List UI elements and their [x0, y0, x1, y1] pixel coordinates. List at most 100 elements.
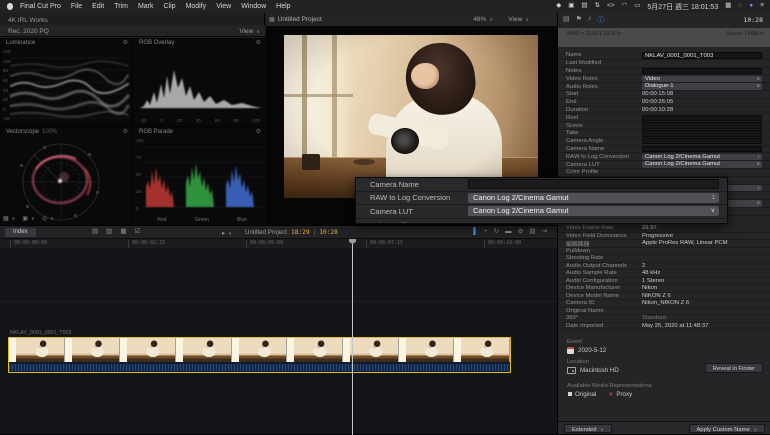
inspector-row[interactable]: Color Profile: [558, 169, 770, 177]
inspector-row[interactable]: RAW to Log Conversion Canon Log 2/Cinema…: [558, 153, 770, 161]
row-value[interactable]: 00:00:10:28: [642, 107, 762, 113]
row-value[interactable]: [642, 68, 762, 74]
row-value[interactable]: 00:00:26:05: [642, 99, 762, 105]
extended-view-button[interactable]: Extended: [564, 424, 612, 433]
apply-custom-name-button[interactable]: Apply Custom Name: [689, 424, 765, 433]
row-value[interactable]: [468, 179, 719, 189]
inset-panel-row[interactable]: Camera LUT Canon Log 2/Cinema Gamut: [356, 205, 727, 219]
clip-appearance-icon[interactable]: ▦: [3, 215, 15, 222]
event-row[interactable]: 2020-5-12: [567, 347, 606, 354]
roles-check-icon[interactable]: ☑: [134, 229, 140, 236]
menu-item[interactable]: Edit: [92, 3, 104, 10]
reveal-in-finder-button[interactable]: Reveal in Finder: [705, 363, 763, 373]
battery-icon[interactable]: ▭: [634, 3, 640, 10]
inspector-row[interactable]: Start 00:00:15:08: [558, 91, 770, 99]
inspector-row[interactable]: Name NKLAV_0001_0001_T003: [558, 52, 770, 60]
row-value[interactable]: Dialogue-1: [642, 83, 762, 89]
row-value[interactable]: [642, 122, 762, 128]
row-value[interactable]: 00:00:15:08: [642, 91, 762, 97]
inspector-row[interactable]: Camera Angle: [558, 138, 770, 146]
loop-icon[interactable]: ↻: [494, 229, 499, 236]
code-icon[interactable]: <>: [607, 3, 615, 10]
audio-icon[interactable]: ♪: [588, 15, 592, 25]
row-value[interactable]: [642, 130, 762, 136]
row-value: 29.97: [642, 225, 762, 231]
inspector-row[interactable]: Camera LUT Canon Log 2/Cinema Gamut: [558, 161, 770, 169]
insert-icon[interactable]: +: [484, 229, 488, 236]
scope-settings-icon[interactable]: ⚙: [256, 128, 261, 135]
row-value[interactable]: [642, 169, 762, 175]
media-representations-header: Available Media Representations: [567, 383, 652, 389]
duration-icon[interactable]: ▣: [22, 215, 34, 222]
row-value[interactable]: [642, 138, 762, 144]
menu-item[interactable]: Help: [276, 3, 290, 10]
inspector-row[interactable]: Video Roles Video: [558, 75, 770, 83]
control-center-icon[interactable]: ≡: [760, 3, 764, 10]
overwrite-icon[interactable]: ▬: [505, 229, 512, 236]
menu-item[interactable]: View: [216, 3, 231, 10]
marker-icon[interactable]: ▤: [92, 229, 98, 236]
row-value[interactable]: Canon Log 2/Cinema Gamut: [468, 206, 719, 216]
viewer-view-button[interactable]: View: [508, 16, 529, 23]
row-value[interactable]: NKLAV_0001_0001_T003: [642, 52, 762, 58]
clip-appearance-icon[interactable]: ▤: [529, 229, 535, 236]
scope-settings-icon[interactable]: ⚙: [123, 39, 128, 46]
inspector-row[interactable]: Camera Name: [558, 146, 770, 154]
row-value[interactable]: Canon Log 2/Cinema Gamut: [642, 154, 762, 160]
stage-icon[interactable]: ▦: [725, 3, 731, 10]
media-icon[interactable]: ▤: [563, 15, 570, 25]
browser-view-button[interactable]: View: [239, 28, 260, 35]
inset-panel-row[interactable]: RAW to Log Conversion Canon Log 2/Cinema…: [356, 192, 727, 206]
wifi-icon[interactable]: ◠: [622, 3, 628, 10]
inspector-row[interactable]: Last Modified: [558, 60, 770, 68]
row-value[interactable]: Canon Log 2/Cinema Gamut: [468, 193, 719, 203]
scope-settings-icon[interactable]: ⚙: [123, 128, 128, 135]
inset-panel-row[interactable]: Camera Name: [356, 178, 727, 192]
timeline-project-name: Untitled Project: [245, 229, 287, 236]
connect-clip-icon[interactable]: ▌: [473, 229, 478, 236]
row-value[interactable]: [642, 115, 762, 121]
menu-item[interactable]: Trim: [114, 3, 128, 10]
range-icon[interactable]: ▦: [120, 229, 126, 236]
menu-item[interactable]: Final Cut Pro: [20, 3, 61, 10]
row-value[interactable]: Video: [642, 76, 762, 82]
tool-select-icon[interactable]: ▸: [222, 229, 232, 237]
row-value[interactable]: [468, 220, 719, 224]
timeline-ruler[interactable]: 00:00:00:0000:00:02:1500:00:05:0000:00:0…: [0, 239, 557, 249]
tags-icon[interactable]: ⚑: [576, 15, 582, 25]
index-button[interactable]: Index: [5, 228, 36, 237]
location-row: Macintosh HD: [567, 367, 619, 374]
row-value[interactable]: [642, 60, 762, 66]
inspector-row[interactable]: Scene: [558, 122, 770, 130]
timeline-settings-icon[interactable]: ⚙: [518, 229, 524, 236]
display-icon[interactable]: ▣: [568, 3, 574, 10]
skimming-icon[interactable]: ⇥: [542, 229, 547, 236]
info-icon[interactable]: ⓘ: [597, 15, 604, 25]
search-icon[interactable]: ◎: [42, 215, 54, 222]
playhead[interactable]: [352, 239, 353, 435]
keyword-icon[interactable]: ▥: [106, 229, 112, 236]
timeline-clip[interactable]: [8, 337, 511, 373]
siri-icon[interactable]: ●: [749, 3, 753, 10]
inspector-row[interactable]: End 00:00:26:05: [558, 99, 770, 107]
menu-item[interactable]: Clip: [164, 3, 176, 10]
menu-item[interactable]: Window: [241, 3, 266, 10]
inspector-row[interactable]: Audio Roles Dialogue-1: [558, 83, 770, 91]
menu-item[interactable]: Mark: [138, 3, 154, 10]
scope-settings-icon[interactable]: ⚙: [256, 39, 261, 46]
inspector-row[interactable]: Duration 00:00:10:28: [558, 107, 770, 115]
menu-item[interactable]: Modify: [186, 3, 207, 10]
keyboard-icon[interactable]: ▤: [581, 3, 587, 10]
inset-panel-row[interactable]: Color Profile: [356, 219, 727, 224]
spotlight-icon[interactable]: ◌: [738, 3, 742, 10]
updown-icon[interactable]: ⇅: [595, 3, 600, 10]
row-value[interactable]: [642, 146, 762, 152]
inspector-row[interactable]: Notes: [558, 68, 770, 76]
viewer-zoom-button[interactable]: 48%: [473, 16, 493, 23]
inspector-row[interactable]: Take: [558, 130, 770, 138]
inspector-row[interactable]: Reel: [558, 114, 770, 122]
row-value[interactable]: Canon Log 2/Cinema Gamut: [642, 161, 762, 167]
apple-icon[interactable]: [7, 3, 13, 10]
menu-item[interactable]: File: [71, 3, 82, 10]
status-icon[interactable]: ◆: [556, 3, 561, 10]
